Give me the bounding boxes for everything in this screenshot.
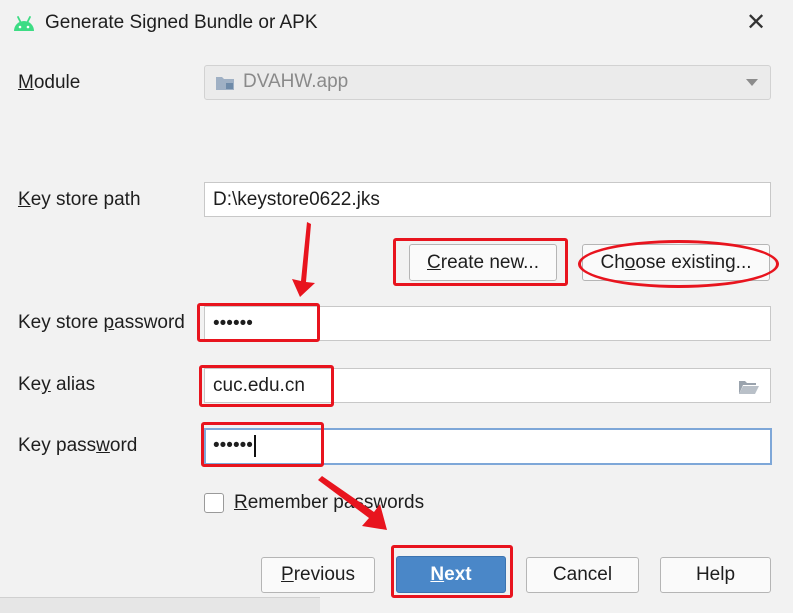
highlight-create-new [393,238,568,286]
highlight-key-alias [199,365,334,407]
highlight-choose-existing [578,240,779,288]
help-button[interactable]: Help [660,557,771,593]
keystore-password-label: Key store password [18,312,185,333]
highlight-next-button [391,545,513,598]
key-password-label: Key password [18,435,138,456]
module-value: DVAHW.app [243,71,349,92]
remember-passwords-checkbox[interactable] [204,493,224,513]
module-label: Module [18,72,81,93]
cancel-button[interactable]: Cancel [526,557,639,593]
keystore-path-label: Key store path [18,189,141,210]
remember-passwords-label[interactable]: Remember passwords [234,492,424,514]
chevron-down-icon[interactable] [746,79,758,87]
key-alias-label: Key alias [18,374,96,395]
close-icon[interactable]: ✕ [743,10,769,36]
window-bottom-edge [0,597,320,613]
dialog-titlebar: Generate Signed Bundle or APK ✕ [0,0,793,48]
module-combobox[interactable]: DVAHW.app [204,65,771,100]
dialog-title: Generate Signed Bundle or APK [45,12,318,33]
previous-button[interactable]: Previous [261,557,375,593]
highlight-keystore-password [197,303,320,342]
keystore-path-field[interactable]: D:\keystore0622.jks [204,182,771,217]
module-folder-icon [216,77,234,90]
android-icon [14,16,34,31]
highlight-key-password [201,422,324,467]
arrow-to-keystore-password [292,222,315,297]
folder-open-icon[interactable] [738,379,760,395]
